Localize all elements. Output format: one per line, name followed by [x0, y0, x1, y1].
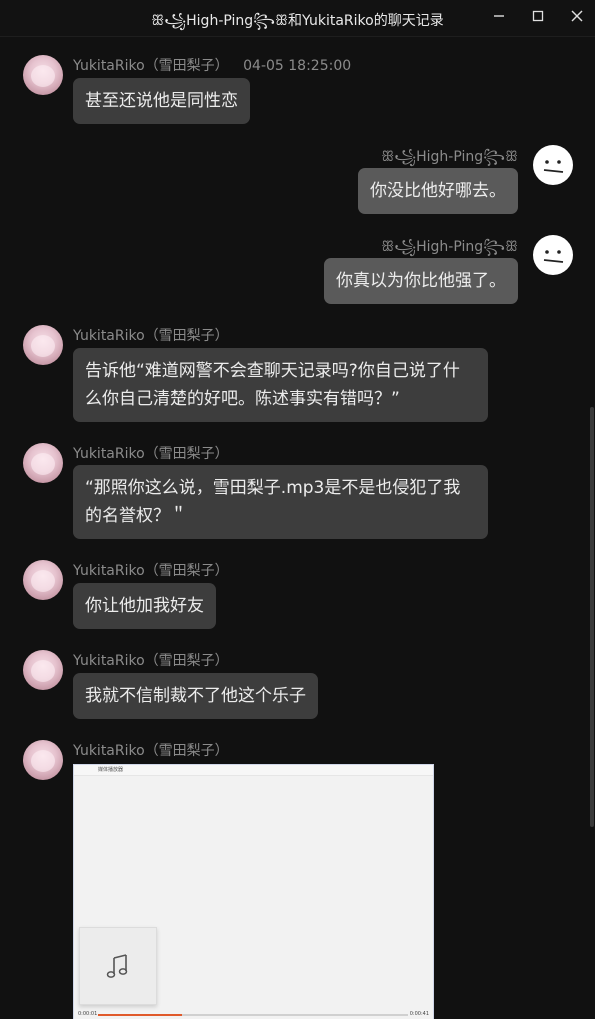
media-player-titlebar: 媒体播放器 — [74, 765, 433, 776]
sender-name: YukitaRiko（雪田梨子） 04-05 18:25:00 — [73, 55, 351, 75]
scrollbar[interactable] — [589, 37, 595, 1019]
message-bubble[interactable]: 你没比他好哪去。 — [358, 168, 518, 214]
avatar-yukitariko[interactable] — [23, 55, 63, 95]
message-timestamp: 04-05 18:25:00 — [243, 58, 352, 74]
avatar-yukitariko[interactable] — [23, 740, 63, 780]
avatar-yukitariko[interactable] — [23, 560, 63, 600]
maximize-icon[interactable] — [525, 6, 551, 30]
chat-history[interactable]: YukitaRiko（雪田梨子） 04-05 18:25:00 甚至还说他是同性… — [0, 37, 590, 1019]
message-line: 告诉他“难道网警不会查聊天记录吗?你自己说了什 — [85, 361, 460, 381]
message-bubble[interactable]: 甚至还说他是同性恋 — [73, 78, 250, 124]
message-line: “那照你这么说，雪田梨子.mp3是不是也侵犯了我 — [85, 478, 461, 498]
title-bar: ꕥ꧁High-Ping꧂ꕥ和YukitaRiko的聊天记录 — [0, 0, 595, 37]
media-player-title: 媒体播放器 — [98, 767, 124, 773]
sender-name: YukitaRiko（雪田梨子） — [73, 328, 229, 344]
total-time: 0:00:41 — [409, 1011, 429, 1017]
avatar-high-ping[interactable] — [533, 145, 573, 185]
minimize-icon[interactable] — [486, 6, 512, 30]
message-line: 的名誉权？＂ — [85, 506, 187, 526]
neutral-face-icon — [543, 250, 564, 263]
avatar-yukitariko[interactable] — [23, 443, 63, 483]
music-note-icon — [79, 927, 157, 1005]
avatar-yukitariko[interactable] — [23, 325, 63, 365]
message-bubble[interactable]: 告诉他“难道网警不会查聊天记录吗?你自己说了什 么你自己清楚的好吧。陈述事实有错… — [73, 348, 488, 422]
elapsed-time: 0:00:01 — [78, 1011, 98, 1017]
avatar-high-ping[interactable] — [533, 235, 573, 275]
close-icon[interactable] — [564, 6, 590, 30]
scrollbar-thumb[interactable] — [590, 407, 594, 827]
playback-progress — [98, 1014, 408, 1016]
message-bubble[interactable]: “那照你这么说，雪田梨子.mp3是不是也侵犯了我 的名誉权？＂ — [73, 465, 488, 539]
message-bubble[interactable]: 你真以为你比他强了。 — [324, 258, 518, 304]
message-line: 么你自己清楚的好吧。陈述事实有错吗？” — [85, 389, 400, 409]
avatar-yukitariko[interactable] — [23, 650, 63, 690]
sender-label: YukitaRiko（雪田梨子） — [73, 58, 229, 74]
neutral-face-icon — [543, 160, 564, 173]
progress-fill — [98, 1014, 182, 1016]
sender-name: YukitaRiko（雪田梨子） — [73, 653, 229, 669]
sender-name: YukitaRiko（雪田梨子） — [73, 563, 229, 579]
sender-name: YukitaRiko（雪田梨子） — [73, 743, 229, 759]
message-bubble[interactable]: 我就不信制裁不了他这个乐子 — [73, 673, 318, 719]
image-message[interactable]: 媒体播放器 0:00:01 0:00:41 — [73, 764, 434, 1019]
message-bubble[interactable]: 你让他加我好友 — [73, 583, 216, 629]
sender-name: YukitaRiko（雪田梨子） — [73, 446, 229, 462]
